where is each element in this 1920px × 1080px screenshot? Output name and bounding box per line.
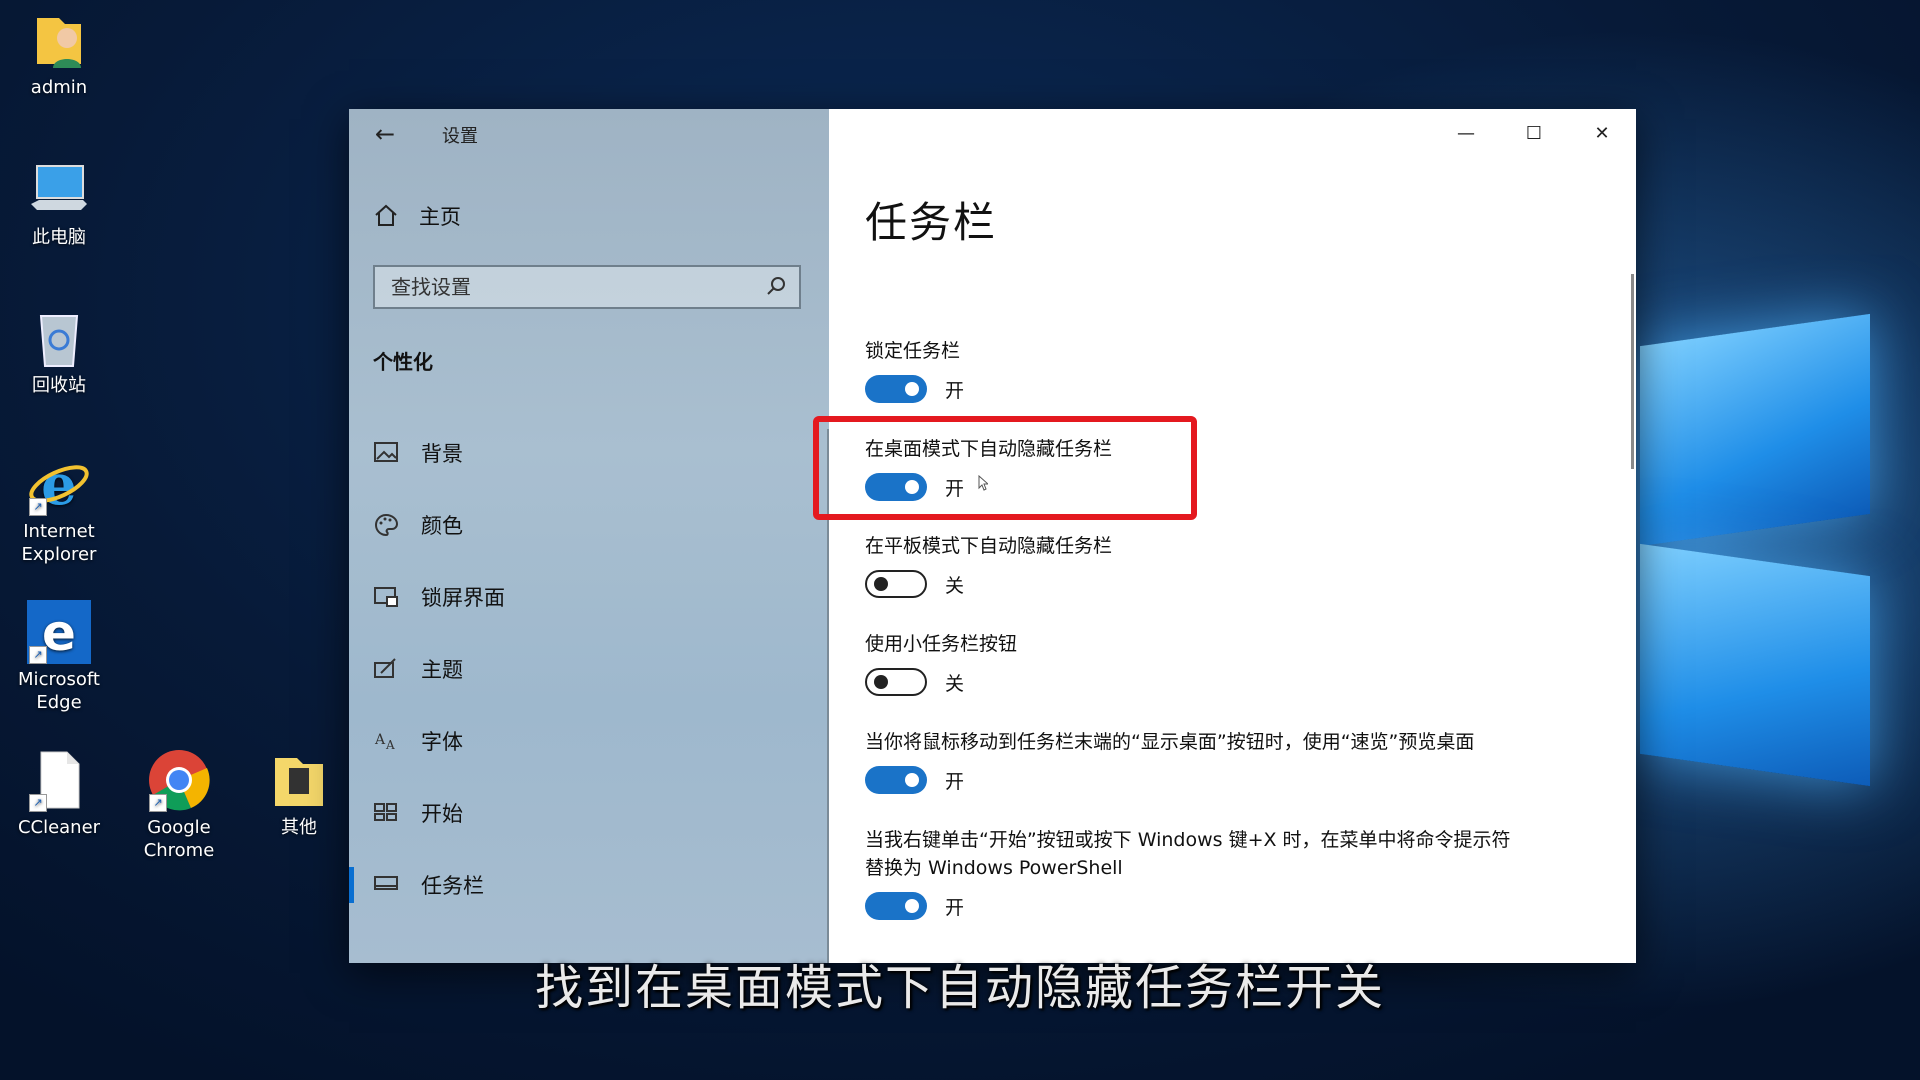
desktop-icon-label: Microsoft Edge [18, 669, 100, 713]
svg-text:A: A [385, 738, 395, 752]
video-subtitle: 找到在桌面模式下自动隐藏任务栏开关 [534, 960, 1385, 1016]
lock-taskbar-toggle[interactable] [865, 375, 927, 403]
palette-icon [373, 513, 399, 537]
settings-sidebar: ← 设置 主页 个性化 背景 颜色 [349, 109, 830, 963]
small-buttons-toggle[interactable] [865, 668, 927, 696]
desktop-icon-ccleaner[interactable]: ↗ CCleaner [4, 748, 114, 839]
desktop-icon-label: 此电脑 [32, 227, 86, 248]
setting-small-buttons: 使用小任务栏按钮 关 [865, 630, 1545, 696]
section-heading: 个性化 [373, 350, 433, 374]
start-icon [373, 801, 399, 825]
ie-icon: e ↗ [27, 452, 91, 518]
toggle-state: 开 [945, 896, 965, 919]
nav-item-themes[interactable]: 主题 [349, 633, 829, 705]
search-box[interactable] [373, 265, 801, 309]
setting-label: 在平板模式下自动隐藏任务栏 [865, 535, 1113, 557]
desktop-icon-internet-explorer[interactable]: e ↗ Internet Explorer [4, 452, 114, 566]
settings-window: ← 设置 主页 个性化 背景 颜色 [349, 109, 1636, 963]
nav-label: 主题 [421, 658, 463, 682]
toggle-state: 关 [945, 574, 965, 597]
autohide-tablet-toggle[interactable] [865, 570, 927, 598]
setting-label: 当你将鼠标移动到任务栏末端的“显示桌面”按钮时，使用“速览”预览桌面 [865, 731, 1475, 753]
setting-powershell: 当我右键单击“开始”按钮或按下 Windows 键+X 时，在菜单中将命令提示符… [865, 826, 1525, 920]
settings-content: — ☐ ✕ 任务栏 锁定任务栏 开 在桌面模式下自动隐藏任务栏 开 在平板模式下… [829, 109, 1636, 963]
desktop-icon-google-chrome[interactable]: ↗ Google Chrome [124, 748, 234, 862]
home-nav-item[interactable]: 主页 [373, 201, 461, 231]
shortcut-arrow-icon: ↗ [149, 794, 167, 812]
file-icon: ↗ [27, 748, 91, 812]
maximize-button[interactable]: ☐ [1500, 109, 1568, 157]
search-icon[interactable] [765, 275, 787, 297]
lock-screen-icon [373, 585, 399, 609]
theme-icon [373, 657, 399, 681]
computer-icon [27, 158, 91, 222]
setting-lock-taskbar: 锁定任务栏 开 [865, 337, 1545, 403]
user-folder-icon [27, 8, 91, 72]
highlight-box [813, 416, 1197, 520]
nav-label: 开始 [421, 802, 463, 826]
svg-text:A: A [374, 732, 386, 748]
back-arrow-icon: ← [374, 120, 396, 148]
nav-item-background[interactable]: 背景 [349, 417, 829, 489]
caption-buttons: — ☐ ✕ [1432, 109, 1636, 157]
edge-icon: e ↗ [27, 600, 91, 664]
desktop-icon-label: 其他 [281, 817, 317, 838]
desktop-icon-admin[interactable]: admin [4, 8, 114, 99]
home-label: 主页 [419, 205, 461, 229]
desktop-icon-recycle-bin[interactable]: 回收站 [4, 306, 114, 397]
desktop-icon-label: 回收站 [32, 375, 86, 396]
shortcut-arrow-icon: ↗ [29, 646, 47, 664]
setting-autohide-tablet: 在平板模式下自动隐藏任务栏 关 [865, 532, 1545, 598]
toggle-state: 关 [945, 672, 965, 695]
close-button[interactable]: ✕ [1568, 109, 1636, 157]
desktop-icon-microsoft-edge[interactable]: e ↗ Microsoft Edge [4, 600, 114, 714]
back-button[interactable]: ← [369, 119, 401, 149]
desktop-icon-label: Internet Explorer [21, 521, 97, 565]
mouse-cursor-icon [978, 474, 990, 491]
close-icon: ✕ [1594, 122, 1610, 144]
taskbar-icon [373, 873, 399, 897]
shortcut-arrow-icon: ↗ [29, 498, 47, 516]
minimize-button[interactable]: — [1432, 109, 1500, 157]
nav-label: 背景 [421, 442, 463, 466]
windows-logo-wallpaper [1640, 313, 1920, 790]
nav-label: 颜色 [421, 514, 463, 538]
desktop-icon-label: Google Chrome [143, 817, 215, 861]
maximize-icon: ☐ [1525, 122, 1543, 144]
setting-label: 使用小任务栏按钮 [865, 633, 1018, 655]
nav-label: 字体 [421, 730, 463, 754]
shortcut-arrow-icon: ↗ [29, 794, 47, 812]
desktop-icon-other[interactable]: 其他 [244, 748, 354, 839]
nav-item-taskbar[interactable]: 任务栏 [349, 849, 829, 921]
setting-peek-preview: 当你将鼠标移动到任务栏末端的“显示桌面”按钮时，使用“速览”预览桌面 开 [865, 728, 1545, 794]
setting-label: 当我右键单击“开始”按钮或按下 Windows 键+X 时，在菜单中将命令提示符… [865, 829, 1511, 879]
desktop-icon-this-pc[interactable]: 此电脑 [4, 158, 114, 249]
powershell-toggle[interactable] [865, 892, 927, 920]
nav-label: 任务栏 [421, 874, 484, 898]
setting-label: 锁定任务栏 [865, 340, 961, 362]
nav-item-fonts[interactable]: AA 字体 [349, 705, 829, 777]
desktop-icon-label: admin [30, 77, 88, 98]
desktop-icon-label: CCleaner [17, 817, 101, 838]
toggle-state: 开 [945, 770, 965, 793]
peek-preview-toggle[interactable] [865, 766, 927, 794]
font-icon: AA [373, 729, 399, 753]
nav-item-lock-screen[interactable]: 锁屏界面 [349, 561, 829, 633]
content-scrollbar[interactable] [1631, 274, 1634, 469]
page-title: 任务栏 [865, 198, 998, 247]
nav-item-colors[interactable]: 颜色 [349, 489, 829, 561]
toggle-state: 开 [945, 379, 965, 402]
svg-text:e: e [42, 604, 76, 662]
folder-icon [267, 748, 331, 812]
recycle-bin-icon [27, 306, 91, 370]
minimize-icon: — [1457, 122, 1475, 144]
window-title: 设置 [442, 126, 478, 147]
picture-icon [373, 441, 399, 465]
personalization-nav: 背景 颜色 锁屏界面 主题 AA 字体 开始 任务栏 [349, 417, 829, 921]
chrome-icon: ↗ [147, 748, 211, 812]
nav-item-start[interactable]: 开始 [349, 777, 829, 849]
home-icon [373, 203, 399, 229]
nav-label: 锁屏界面 [421, 586, 505, 610]
search-input[interactable] [375, 267, 777, 307]
